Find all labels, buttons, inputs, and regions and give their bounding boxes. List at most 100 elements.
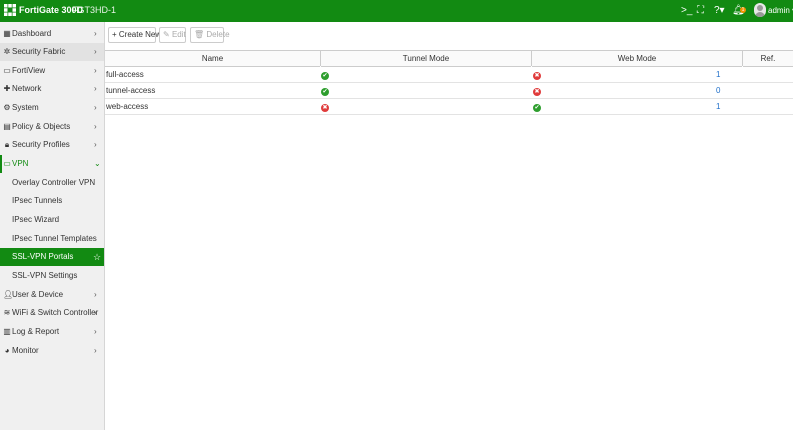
sidebar-item-fortiview[interactable]: ▭ FortiView › (0, 62, 104, 80)
column-header-ref[interactable]: Ref. (743, 51, 793, 67)
delete-label: Delete (206, 30, 230, 39)
table-row[interactable]: full-access ✔ ✖ 1 (105, 67, 793, 83)
sidebar-item-label: Security Fabric (12, 47, 66, 56)
username: admin (768, 6, 790, 15)
chevron-right-icon: › (94, 122, 97, 131)
cell-ref-link[interactable]: 0 (716, 83, 720, 98)
sidebar-subitem-label: IPsec Wizard (12, 215, 60, 224)
cell-name: full-access (106, 70, 144, 79)
column-header-name[interactable]: Name (105, 51, 320, 67)
avatar[interactable] (754, 3, 766, 17)
chevron-right-icon: › (94, 327, 97, 336)
sidebar-subitem-ssl-vpn-portals[interactable]: SSL-VPN Portals ☆ (0, 248, 104, 266)
sidebar-subitem-label: SSL-VPN Portals (12, 252, 74, 261)
sidebar-item-label: Security Profiles (12, 140, 70, 149)
pencil-icon: ✎ (163, 30, 170, 39)
sidebar-item-label: FortiView (12, 66, 46, 75)
lock-icon: 🔒︎ (4, 140, 10, 149)
sidebar-item-wifi-switch[interactable]: ≋ WiFi & Switch Controller › (0, 304, 104, 322)
create-new-button[interactable]: + Create New (108, 27, 161, 43)
sidebar-item-log-report[interactable]: ▥ Log & Report › (0, 323, 104, 341)
policy-icon: ▤ (3, 122, 11, 131)
notification-badge: 1 (740, 7, 746, 13)
disabled-x-icon: ✖ (533, 72, 541, 80)
sidebar-item-label: System (12, 103, 39, 112)
fullscreen-icon[interactable]: ⛶ (697, 5, 704, 17)
sidebar-subitem-ssl-vpn-settings[interactable]: SSL-VPN Settings (0, 267, 104, 285)
chevron-right-icon: › (94, 290, 97, 299)
monitor-icon: ▭ (3, 159, 11, 168)
sidebar-subitem-label: IPsec Tunnel Templates (12, 234, 97, 243)
sidebar-item-label: Log & Report (12, 327, 60, 336)
table-row[interactable]: tunnel-access ✔ ✖ 0 (105, 83, 793, 99)
sidebar-item-label: VPN (12, 159, 29, 168)
network-icon: ✚ (3, 84, 11, 93)
chevron-right-icon: › (94, 103, 97, 112)
enabled-check-icon: ✔ (533, 104, 541, 112)
sidebar-subitem-label: SSL-VPN Settings (12, 271, 78, 280)
fabric-icon: ✲ (3, 47, 11, 56)
table-row[interactable]: web-access ✖ ✔ 1 (105, 99, 793, 115)
sidebar-item-security-fabric[interactable]: ✲ Security Fabric › (0, 43, 104, 61)
disabled-x-icon: ✖ (321, 104, 329, 112)
create-new-label: Create New (118, 30, 162, 39)
sidebar-subitem-ipsec-wizard[interactable]: IPsec Wizard (0, 211, 104, 229)
portals-table: Name Tunnel Mode Web Mode Ref. full-acce… (105, 50, 793, 115)
chevron-right-icon: › (94, 140, 97, 149)
sidebar-subitem-label: Overlay Controller VPN (12, 178, 96, 187)
help-icon[interactable]: ?▾ (714, 5, 725, 17)
chevron-right-icon: › (94, 346, 97, 355)
fortinet-logo-icon (4, 4, 16, 16)
plus-icon: + (112, 30, 117, 39)
monitor-pie-icon: ◕ (4, 346, 10, 355)
chevron-right-icon: › (94, 47, 97, 56)
chevron-right-icon: › (94, 308, 97, 317)
cell-ref-link[interactable]: 1 (716, 99, 720, 114)
sidebar: ▦ Dashboard › ✲ Security Fabric › ▭ Fort… (0, 22, 105, 430)
delete-button[interactable]: 🗑︎ Delete (190, 27, 230, 43)
sidebar-subitem-ipsec-tunnels[interactable]: IPsec Tunnels (0, 192, 104, 210)
cell-name: web-access (106, 102, 149, 111)
user-menu[interactable]: admin ▾ (768, 6, 793, 15)
sidebar-item-network[interactable]: ✚ Network › (0, 80, 104, 98)
fortiview-icon: ▭ (3, 66, 11, 75)
cli-console-icon[interactable]: >_ (681, 5, 692, 17)
chart-icon: ▥ (3, 327, 11, 336)
sidebar-item-dashboard[interactable]: ▦ Dashboard › (0, 25, 104, 43)
sidebar-item-monitor[interactable]: ◕ Monitor › (0, 342, 104, 360)
disabled-x-icon: ✖ (533, 88, 541, 96)
column-header-tunnel-mode[interactable]: Tunnel Mode (321, 51, 531, 67)
sidebar-item-label: Monitor (12, 346, 39, 355)
sidebar-item-policy-objects[interactable]: ▤ Policy & Objects › (0, 118, 104, 136)
sidebar-item-security-profiles[interactable]: 🔒︎ Security Profiles › (0, 136, 104, 154)
enabled-check-icon: ✔ (321, 88, 329, 96)
sidebar-item-label: WiFi & Switch Controller (12, 308, 99, 317)
sidebar-item-label: User & Device (12, 290, 64, 299)
star-icon[interactable]: ☆ (93, 252, 101, 262)
top-bar: FortiGate 300D FGT3HD-1 >_ ⛶ ?▾ 🔔︎ 1 adm… (0, 0, 793, 22)
sidebar-item-user-device[interactable]: 👤︎ User & Device › (0, 286, 104, 304)
trash-icon: 🗑︎ (194, 30, 205, 39)
chevron-right-icon: › (94, 66, 97, 75)
sidebar-subitem-ipsec-tunnel-templates[interactable]: IPsec Tunnel Templates (0, 230, 104, 248)
edit-button[interactable]: ✎ Edit (159, 27, 186, 43)
hostname: FGT3HD-1 (72, 5, 117, 15)
enabled-check-icon: ✔ (321, 72, 329, 80)
chevron-right-icon: › (94, 84, 97, 93)
sidebar-subitem-overlay-controller-vpn[interactable]: Overlay Controller VPN (0, 174, 104, 192)
sidebar-item-label: Policy & Objects (12, 122, 71, 131)
gear-icon: ⚙ (3, 103, 11, 112)
chevron-right-icon: › (94, 29, 97, 38)
sidebar-item-label: Dashboard (12, 29, 52, 38)
cell-ref-link[interactable]: 1 (716, 67, 720, 82)
sidebar-item-vpn[interactable]: ▭ VPN ⌄ (0, 155, 106, 173)
sidebar-item-system[interactable]: ⚙ System › (0, 99, 104, 117)
cell-name: tunnel-access (106, 86, 156, 95)
wifi-icon: ≋ (3, 308, 11, 317)
dashboard-icon: ▦ (3, 29, 11, 38)
sidebar-subitem-label: IPsec Tunnels (12, 196, 63, 205)
sidebar-item-label: Network (12, 84, 42, 93)
column-header-web-mode[interactable]: Web Mode (532, 51, 742, 67)
edit-label: Edit (171, 30, 186, 39)
user-icon: 👤︎ (3, 290, 14, 299)
